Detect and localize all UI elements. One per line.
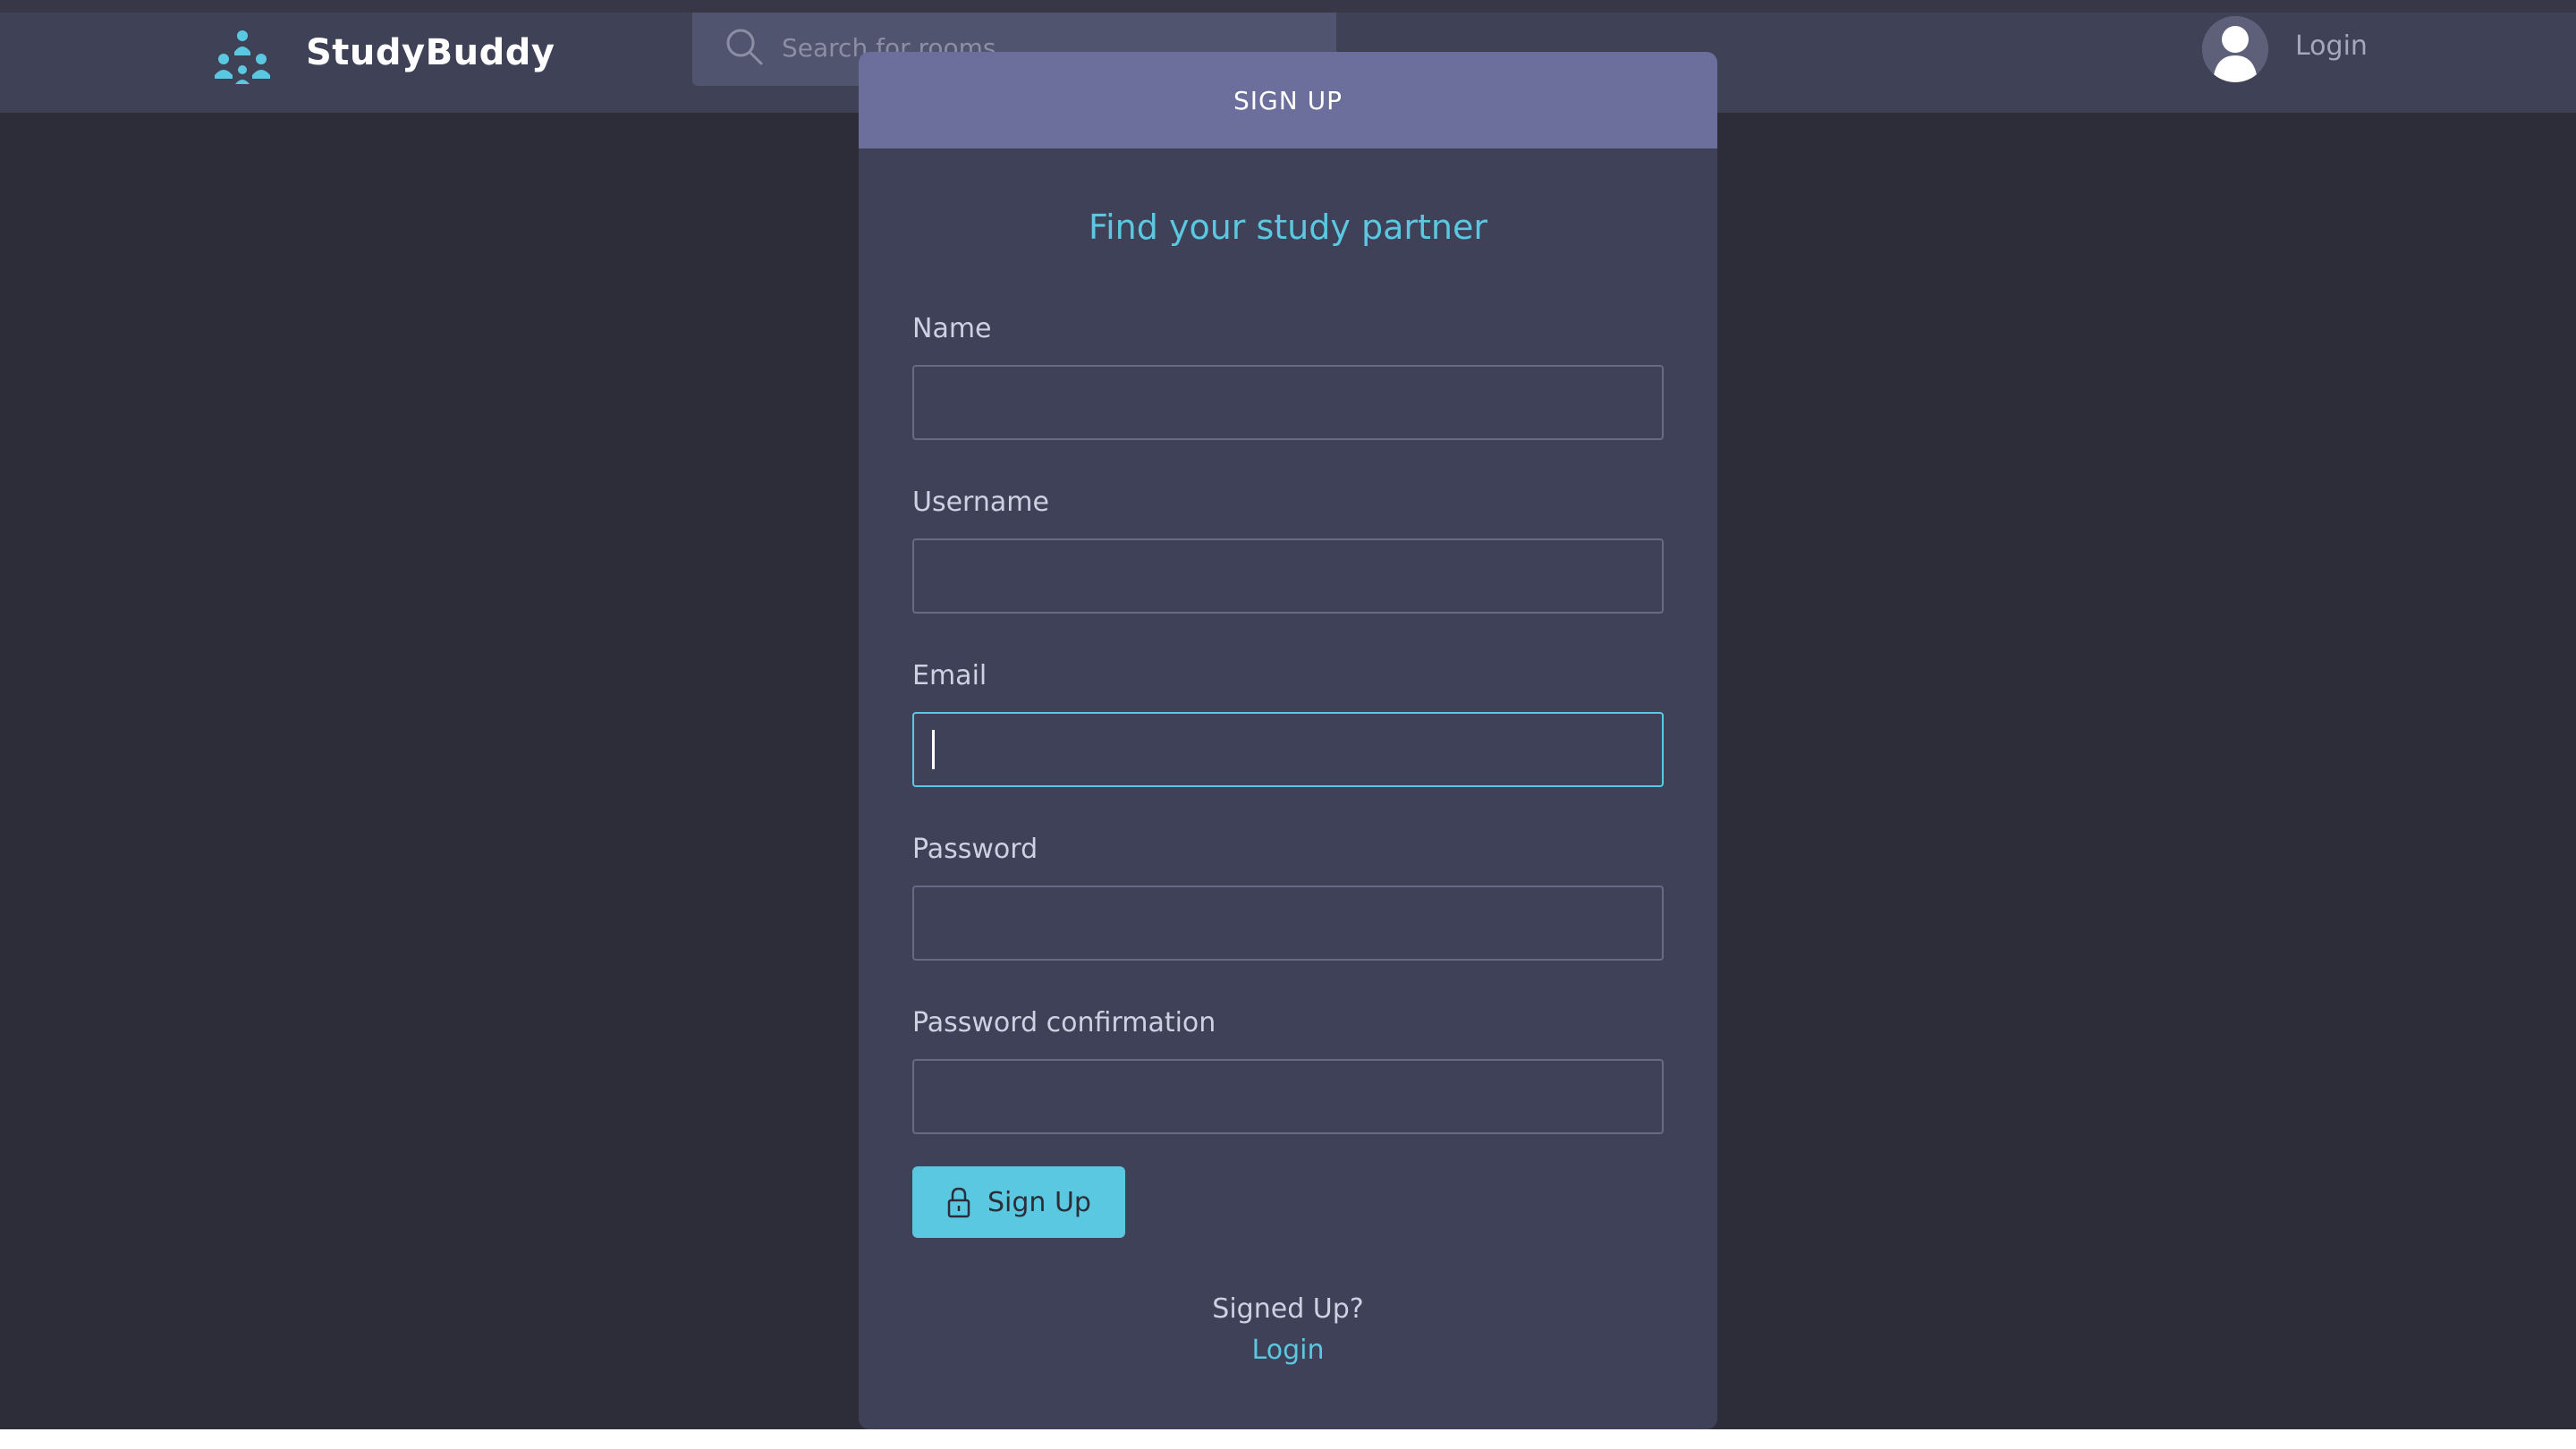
search-icon: [726, 29, 763, 65]
signup-button-label: Sign Up: [987, 1186, 1091, 1218]
signup-button[interactable]: Sign Up: [912, 1166, 1125, 1238]
top-strip: [0, 0, 2576, 13]
password-field[interactable]: [912, 886, 1664, 961]
username-field[interactable]: [912, 538, 1664, 614]
avatar-icon[interactable]: [2202, 16, 2268, 82]
login-link[interactable]: Login: [859, 1335, 1717, 1366]
password-confirmation-field[interactable]: [912, 1059, 1664, 1134]
bottom-edge: [0, 1429, 2576, 1449]
study-group-icon[interactable]: [211, 29, 274, 86]
password-confirmation-label: Password confirmation: [912, 1007, 1216, 1038]
email-label: Email: [912, 660, 987, 691]
email-field-group: Email: [912, 657, 1664, 787]
password-field-group: Password: [912, 830, 1664, 961]
header-login-link[interactable]: Login: [2295, 30, 2368, 62]
card-title: SIGN UP: [859, 52, 1717, 148]
text-cursor: [932, 730, 935, 769]
name-label: Name: [912, 313, 992, 344]
name-field-group: Name: [912, 309, 1664, 440]
brand-name[interactable]: StudyBuddy: [306, 32, 555, 73]
username-field-group: Username: [912, 483, 1664, 614]
username-label: Username: [912, 487, 1049, 518]
signed-up-text: Signed Up?: [1212, 1293, 1364, 1325]
name-field[interactable]: [912, 365, 1664, 440]
card-subtitle: Find your study partner: [1089, 208, 1487, 247]
password-label: Password: [912, 834, 1038, 865]
password-confirmation-field-group: Password confirmation: [912, 1004, 1664, 1134]
signup-form: Name Username Email Password Password co…: [912, 309, 1664, 1134]
email-field[interactable]: [912, 712, 1664, 787]
signup-card: SIGN UP Find your study partner Name Use…: [859, 52, 1717, 1429]
lock-icon: [947, 1187, 970, 1218]
